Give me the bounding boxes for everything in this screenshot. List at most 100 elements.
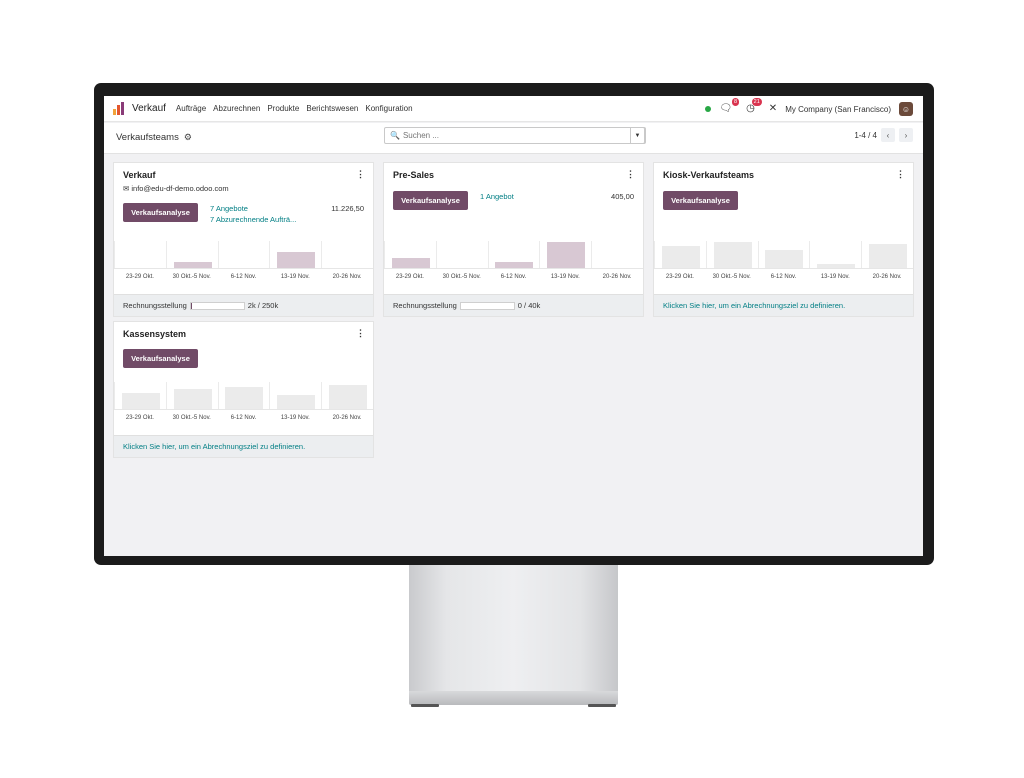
sales-analysis-button[interactable]: Verkaufsanalyse <box>393 191 468 210</box>
chart-column[interactable] <box>269 382 321 409</box>
chart-x-label: 23-29 Okt. <box>665 274 694 280</box>
search-input[interactable] <box>402 131 633 140</box>
navbar-systray: 🗨 8 ◷ 21 ✕ My Company (San Francisco) ☺ <box>705 96 913 122</box>
card-menu-icon[interactable]: ⋮ <box>356 169 365 180</box>
chart-x-label: 6-12 Nov. <box>230 274 257 280</box>
chart-column[interactable] <box>217 241 270 268</box>
pager-next-button[interactable]: › <box>899 128 913 142</box>
chart-x-label: 23-29 Okt. <box>125 415 154 421</box>
chart-column[interactable] <box>705 241 758 268</box>
chart-column[interactable] <box>435 241 488 268</box>
chart-column[interactable] <box>539 241 591 268</box>
quotations-link[interactable]: 1 Angebot <box>480 192 514 201</box>
chart-bar[interactable] <box>173 262 212 268</box>
search-box: 🔍 ▼ <box>384 127 646 144</box>
chart-bar[interactable] <box>225 387 264 409</box>
chart-column[interactable] <box>487 241 540 268</box>
card-title[interactable]: Verkauf <box>123 170 156 180</box>
activities-badge: 21 <box>751 98 762 106</box>
chart-bar[interactable] <box>661 246 700 268</box>
quotations-link[interactable]: 7 Angebote <box>210 204 248 213</box>
chart-column[interactable] <box>114 382 166 409</box>
footer-value: 0 / 40k <box>517 301 541 310</box>
card-menu-icon[interactable]: ⋮ <box>356 328 365 339</box>
card-title[interactable]: Pre-Sales <box>393 170 434 180</box>
chart-x-label: 30 Okt.-5 Nov. <box>442 274 481 280</box>
card-chart[interactable]: 23-29 Okt. 30 Okt.-5 Nov. 6-12 Nov. 13-19 N… <box>114 241 373 291</box>
search-icon: 🔍 <box>390 131 400 140</box>
user-avatar[interactable]: ☺ <box>899 102 913 116</box>
chart-column[interactable] <box>269 241 321 268</box>
sales-analysis-button[interactable]: Verkaufsanalyse <box>123 349 198 368</box>
card-footer: Rechnungsstellung 0 / 40k <box>384 294 643 316</box>
chart-column[interactable] <box>114 241 166 268</box>
menu-konfiguration[interactable]: Konfiguration <box>365 104 412 113</box>
chart-bar[interactable] <box>869 244 908 268</box>
chart-x-label: 30 Okt.-5 Nov. <box>172 415 211 421</box>
chart-column[interactable] <box>217 382 270 409</box>
screen: Verkauf Aufträge Abzurechnen Produkte Be… <box>104 96 923 556</box>
chart-bar[interactable] <box>765 250 804 268</box>
team-card-kiosk[interactable]: Kiosk-Verkaufsteams ⋮ Verkaufsanalyse 23… <box>653 162 914 317</box>
to-invoice-link[interactable]: 7 Abzurechnende Aufträ... <box>210 215 296 224</box>
chart-bar[interactable] <box>277 395 316 409</box>
menu-produkte[interactable]: Produkte <box>267 104 299 113</box>
footer-label: Rechnungsstellung <box>393 301 457 310</box>
menu-auftraege[interactable]: Aufträge <box>176 104 206 113</box>
chart-column[interactable] <box>757 241 810 268</box>
search-dropdown-toggle[interactable]: ▼ <box>630 127 645 144</box>
chart-column[interactable] <box>654 241 706 268</box>
app-logo-icon[interactable] <box>113 102 126 115</box>
sales-analysis-button[interactable]: Verkaufsanalyse <box>663 191 738 210</box>
chart-column[interactable] <box>384 241 436 268</box>
chart-column[interactable] <box>321 241 373 268</box>
chart-column[interactable] <box>165 382 218 409</box>
gear-icon[interactable]: ⚙ <box>184 132 192 143</box>
invoicing-progress-bar[interactable] <box>189 301 245 310</box>
chart-baseline <box>384 268 643 269</box>
chart-x-label: 23-29 Okt. <box>395 274 424 280</box>
card-title[interactable]: Kiosk-Verkaufsteams <box>663 170 754 180</box>
chart-bar[interactable] <box>713 242 752 268</box>
chart-column[interactable] <box>591 241 643 268</box>
menu-abzurechnen[interactable]: Abzurechnen <box>213 104 260 113</box>
chart-bar[interactable] <box>277 252 316 268</box>
team-card-kassensystem[interactable]: Kassensystem ⋮ Verkaufsanalyse 23-29 Okt… <box>113 321 374 458</box>
chart-bar[interactable] <box>817 264 856 268</box>
tools-icon[interactable]: ✕ <box>769 104 777 114</box>
card-email: ✉ info@edu-df-demo.odoo.com <box>123 184 229 193</box>
company-switcher[interactable]: My Company (San Francisco) <box>785 105 891 114</box>
activities-clock-icon[interactable]: ◷ 21 <box>746 98 762 114</box>
team-card-pre-sales[interactable]: Pre-Sales ⋮ Verkaufsanalyse 1 Angebot 40… <box>383 162 644 317</box>
chart-bar[interactable] <box>121 393 160 409</box>
monitor-stand-base <box>409 691 618 707</box>
chart-bar[interactable] <box>495 262 534 268</box>
define-invoicing-target-link[interactable]: Klicken Sie hier, um ein Abrechnungsziel… <box>654 294 913 316</box>
pager-previous-button[interactable]: ‹ <box>881 128 895 142</box>
card-menu-icon[interactable]: ⋮ <box>626 169 635 180</box>
chart-bar[interactable] <box>173 389 212 409</box>
define-invoicing-target-link[interactable]: Klicken Sie hier, um ein Abrechnungsziel… <box>114 435 373 457</box>
menu-berichtswesen[interactable]: Berichtswesen <box>306 104 358 113</box>
card-chart[interactable]: 23-29 Okt. 30 Okt.-5 Nov. 6-12 Nov. 13-19 N… <box>114 382 373 432</box>
card-chart[interactable]: 23-29 Okt. 30 Okt.-5 Nov. 6-12 Nov. 13-19 N… <box>654 241 913 291</box>
chart-column[interactable] <box>165 241 218 268</box>
card-amount: 11.226,50 <box>331 204 364 213</box>
invoicing-progress-bar[interactable] <box>459 301 515 310</box>
chart-bar[interactable] <box>329 385 368 409</box>
app-name[interactable]: Verkauf <box>132 103 166 114</box>
card-chart[interactable]: 23-29 Okt. 30 Okt.-5 Nov. 6-12 Nov. 13-19 N… <box>384 241 643 291</box>
chart-column[interactable] <box>809 241 861 268</box>
pager-value[interactable]: 1-4 / 4 <box>854 131 877 140</box>
chart-column[interactable] <box>861 241 913 268</box>
chart-column[interactable] <box>321 382 373 409</box>
chart-bar[interactable] <box>547 242 586 268</box>
sales-analysis-button[interactable]: Verkaufsanalyse <box>123 203 198 222</box>
card-menu-icon[interactable]: ⋮ <box>896 169 905 180</box>
messages-icon[interactable]: 🗨 8 <box>719 98 740 114</box>
card-amount: 405,00 <box>611 192 634 201</box>
chart-x-label: 20-26 Nov. <box>872 274 902 280</box>
chart-bar[interactable] <box>391 258 430 268</box>
card-title[interactable]: Kassensystem <box>123 329 186 339</box>
team-card-verkauf[interactable]: Verkauf ⋮ ✉ info@edu-df-demo.odoo.com Ve… <box>113 162 374 317</box>
